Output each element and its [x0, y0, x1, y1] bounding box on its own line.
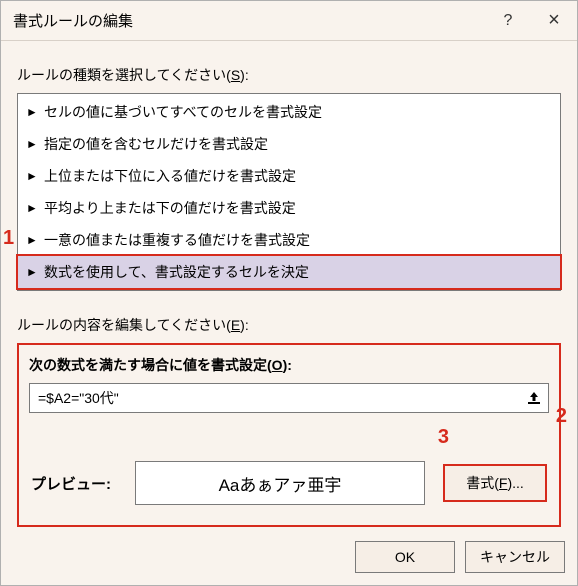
rule-type-text: 数式を使用して、書式設定するセルを決定	[44, 262, 309, 282]
formula-block: 次の数式を満たす場合に値を書式設定(O): プレビュー: Aaあぁアァ亜宇	[17, 343, 561, 527]
help-icon: ?	[504, 12, 513, 30]
formula-input-wrap	[29, 383, 549, 413]
formula-heading: 次の数式を満たす場合に値を書式設定(O):	[29, 355, 549, 375]
rule-description-label: ルールの内容を編集してください(E):	[17, 315, 561, 335]
edit-format-rule-dialog: 書式ルールの編集 ? × ルールの種類を選択してください(S): ► セルの値に…	[0, 0, 578, 586]
rule-type-item[interactable]: ► 指定の値を含むセルだけを書式設定	[18, 128, 560, 160]
ok-button[interactable]: OK	[355, 541, 455, 573]
rule-type-text: 指定の値を含むセルだけを書式設定	[44, 134, 268, 154]
rule-type-text: 一意の値または重複する値だけを書式設定	[44, 230, 310, 250]
rule-type-item[interactable]: ► セルの値に基づいてすべてのセルを書式設定	[18, 96, 560, 128]
close-button[interactable]: ×	[531, 1, 577, 41]
arrow-icon: ►	[26, 265, 44, 279]
rule-type-item[interactable]: ► 一意の値または重複する値だけを書式設定	[18, 224, 560, 256]
format-button[interactable]: 書式(F)...	[443, 464, 547, 502]
preview-box: Aaあぁアァ亜宇	[135, 461, 425, 505]
rule-type-item-selected[interactable]: ► 数式を使用して、書式設定するセルを決定	[16, 254, 562, 290]
titlebar: 書式ルールの編集 ? ×	[1, 1, 577, 41]
arrow-icon: ►	[26, 201, 44, 215]
help-button[interactable]: ?	[485, 1, 531, 41]
rule-type-text: 平均より上または下の値だけを書式設定	[44, 198, 296, 218]
dialog-content: ルールの種類を選択してください(S): ► セルの値に基づいてすべてのセルを書式…	[1, 41, 577, 535]
collapse-dialog-button[interactable]	[520, 384, 548, 412]
arrow-icon: ►	[26, 233, 44, 247]
collapse-icon	[527, 391, 541, 405]
preview-label: プレビュー:	[31, 473, 117, 494]
close-icon: ×	[548, 9, 560, 32]
rule-type-list[interactable]: ► セルの値に基づいてすべてのセルを書式設定 ► 指定の値を含むセルだけを書式設…	[17, 93, 561, 291]
rule-type-text: セルの値に基づいてすべてのセルを書式設定	[44, 102, 322, 122]
arrow-icon: ►	[26, 105, 44, 119]
preview-row: プレビュー: Aaあぁアァ亜宇 書式(F)...	[29, 461, 549, 515]
rule-type-item[interactable]: ► 平均より上または下の値だけを書式設定	[18, 192, 560, 224]
arrow-icon: ►	[26, 137, 44, 151]
formula-input[interactable]	[30, 384, 520, 412]
rule-type-text: 上位または下位に入る値だけを書式設定	[44, 166, 296, 186]
rule-type-item[interactable]: ► 上位または下位に入る値だけを書式設定	[18, 160, 560, 192]
dialog-title: 書式ルールの編集	[13, 10, 485, 31]
cancel-button[interactable]: キャンセル	[465, 541, 565, 573]
preview-sample-text: Aaあぁアァ亜宇	[219, 471, 342, 496]
arrow-icon: ►	[26, 169, 44, 183]
rule-type-label: ルールの種類を選択してください(S):	[17, 65, 561, 85]
dialog-buttons: OK キャンセル	[355, 541, 565, 573]
rule-description-section: ルールの内容を編集してください(E): 次の数式を満たす場合に値を書式設定(O)…	[17, 315, 561, 527]
